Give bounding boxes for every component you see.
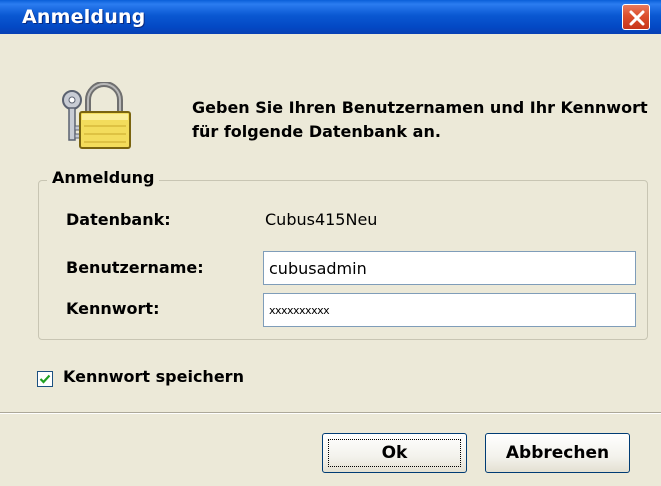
- username-field[interactable]: [263, 251, 636, 285]
- close-icon: [629, 10, 645, 26]
- window-title: Anmeldung: [22, 6, 146, 28]
- database-value: Cubus415Neu: [265, 210, 378, 229]
- save-password-checkbox[interactable]: [37, 371, 53, 387]
- lock-keys-icon: [62, 82, 131, 149]
- checkmark-icon: [39, 374, 51, 384]
- title-bar[interactable]: Anmeldung: [0, 0, 661, 34]
- password-label-text: Kennwort:: [66, 299, 160, 318]
- password-label: Kennwort:: [66, 299, 159, 318]
- close-button[interactable]: [622, 4, 650, 30]
- intro-message: Geben Sie Ihren Benutzernamen und Ihr Ke…: [192, 98, 648, 141]
- cancel-button[interactable]: Abbrechen: [485, 433, 630, 473]
- database-label: Datenbank:: [66, 210, 171, 229]
- button-separator: [0, 412, 661, 414]
- ok-button[interactable]: Ok: [322, 433, 467, 473]
- password-field[interactable]: [263, 293, 636, 327]
- cancel-button-label: Abbrechen: [505, 443, 610, 463]
- username-label: Benutzername:: [66, 258, 204, 277]
- database-label-text: Datenbank:: [66, 210, 171, 229]
- username-label-text: Benutzername:: [66, 258, 204, 277]
- save-password-label[interactable]: Kennwort speichern: [63, 367, 244, 386]
- focus-rectangle: [328, 439, 461, 467]
- group-legend: Anmeldung: [47, 168, 160, 187]
